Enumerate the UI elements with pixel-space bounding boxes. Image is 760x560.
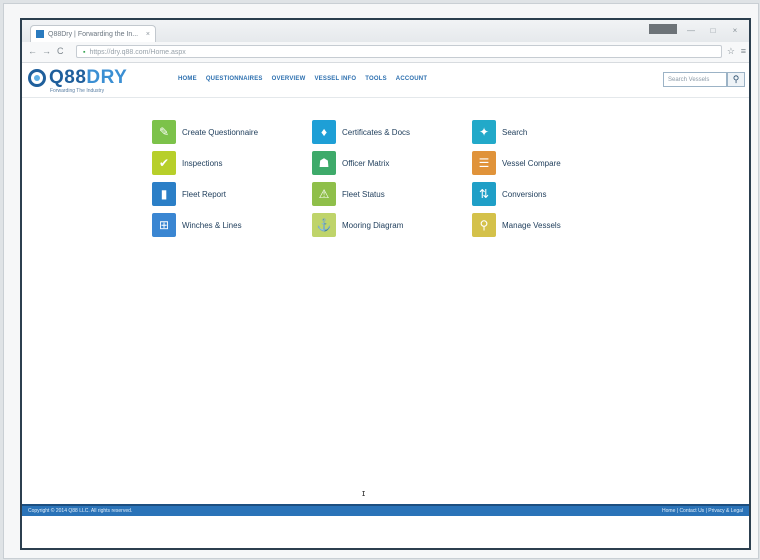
bar-chart-icon: ▮	[152, 182, 176, 206]
browser-tab[interactable]: Q88Dry | Forwarding the In... ×	[30, 25, 156, 42]
site-footer: Copyright © 2014 Q88 LLC. All rights res…	[22, 504, 749, 516]
tab-title: Q88Dry | Forwarding the In...	[48, 30, 139, 38]
favicon-icon	[36, 30, 44, 38]
vessel-search-input[interactable]: Search Vessels	[663, 72, 727, 87]
compare-icon: ☰	[472, 151, 496, 175]
tile-label: Conversions	[502, 189, 547, 199]
address-bar-row: ← → C ▪ https://dry.q88.com/Home.aspx ☆ …	[22, 42, 749, 63]
check-icon: ✔	[152, 151, 176, 175]
footer-copyright: Copyright © 2014 Q88 LLC. All rights res…	[28, 508, 133, 514]
tile-label: Inspections	[182, 158, 223, 168]
tile-conversions[interactable]: ⇅ Conversions	[472, 182, 546, 206]
back-icon[interactable]: ←	[28, 46, 37, 56]
officer-cap-icon: ☗	[312, 151, 336, 175]
logo-tagline: Forwarding The Industry	[50, 88, 105, 94]
maximize-icon[interactable]: □	[705, 24, 721, 36]
magnifier-icon: ⚲	[732, 74, 740, 84]
tile-label: Winches & Lines	[182, 220, 242, 230]
tile-label: Manage Vessels	[502, 220, 561, 230]
tab-close-icon[interactable]: ×	[146, 31, 150, 38]
conversions-icon: ⇅	[472, 182, 496, 206]
tile-create-questionnaire[interactable]: ✎ Create Questionnaire	[152, 120, 258, 144]
tile-label: Fleet Report	[182, 189, 227, 199]
tile-manage-vessels[interactable]: ⚲ Manage Vessels	[472, 213, 561, 237]
bookmark-star-icon[interactable]: ☆	[727, 46, 735, 57]
tools-grid: ✎ Create Questionnaire ♦ Certificates & Doc…	[152, 120, 632, 250]
search-icon: ✦	[472, 120, 496, 144]
tile-label: Certificates & Docs	[342, 127, 411, 137]
forward-icon[interactable]: →	[42, 46, 51, 56]
reload-icon[interactable]: C	[57, 46, 64, 56]
url-field[interactable]: ▪ https://dry.q88.com/Home.aspx	[76, 45, 722, 58]
tile-certificates-docs[interactable]: ♦ Certificates & Docs	[312, 120, 410, 144]
tile-inspections[interactable]: ✔ Inspections	[152, 151, 222, 175]
nav-home[interactable]: HOME	[178, 76, 197, 82]
tile-label: Officer Matrix	[342, 158, 390, 168]
footer-links[interactable]: Home | Contact Us | Privacy & Legal	[662, 508, 743, 514]
tile-label: Mooring Diagram	[342, 220, 404, 230]
nav-tools[interactable]: TOOLS	[365, 76, 387, 82]
tile-label: Fleet Status	[342, 189, 385, 199]
logo-wordmark: Q88DRY	[49, 67, 128, 88]
window-controls: — □ ×	[649, 24, 743, 36]
winch-icon: ⊞	[152, 213, 176, 237]
tile-label: Vessel Compare	[502, 158, 561, 168]
search-button[interactable]: ⚲	[727, 72, 745, 87]
nav-overview[interactable]: OVERVIEW	[272, 76, 306, 82]
logo-ring-icon	[28, 69, 46, 87]
pencil-icon: ✎	[152, 120, 176, 144]
certificate-icon: ♦	[312, 120, 336, 144]
tile-search[interactable]: ✦ Search	[472, 120, 527, 144]
url-text: https://dry.q88.com/Home.aspx	[89, 49, 186, 56]
browser-titlebar: Q88Dry | Forwarding the In... × — □ ×	[22, 20, 749, 42]
close-window-icon[interactable]: ×	[727, 24, 743, 36]
nav-account[interactable]: ACCOUNT	[396, 76, 427, 82]
tile-fleet-report[interactable]: ▮ Fleet Report	[152, 182, 226, 206]
screenshot-frame: Q88Dry | Forwarding the In... × — □ × ← …	[3, 3, 759, 559]
tile-officer-matrix[interactable]: ☗ Officer Matrix	[312, 151, 389, 175]
tile-label: Create Questionnaire	[182, 127, 259, 137]
mouse-cursor-icon: ɪ	[362, 488, 366, 498]
minimize-icon[interactable]: —	[683, 24, 699, 36]
magnify-vessel-icon: ⚲	[472, 213, 496, 237]
tile-vessel-compare[interactable]: ☰ Vessel Compare	[472, 151, 561, 175]
top-navigation: HOME QUESTIONNAIRES OVERVIEW VESSEL INFO…	[178, 76, 427, 82]
warning-icon: ⚠	[312, 182, 336, 206]
q88dry-logo[interactable]: Q88DRY Forwarding The Industry	[28, 67, 128, 94]
mooring-icon: ⚓	[312, 213, 336, 237]
browser-menu-icon[interactable]: ≡	[741, 46, 746, 56]
tile-fleet-status[interactable]: ⚠ Fleet Status	[312, 182, 385, 206]
tile-mooring-diagram[interactable]: ⚓ Mooring Diagram	[312, 213, 403, 237]
nav-questionnaires[interactable]: QUESTIONNAIRES	[206, 76, 263, 82]
tile-winches-lines[interactable]: ⊞ Winches & Lines	[152, 213, 242, 237]
nav-vessel-info[interactable]: VESSEL INFO	[314, 76, 356, 82]
browser-window: Q88Dry | Forwarding the In... × — □ × ← …	[20, 18, 751, 550]
tile-label: Search	[502, 127, 528, 137]
secure-lock-icon: ▪	[83, 49, 86, 56]
window-title-block	[649, 24, 677, 34]
site-header: Q88DRY Forwarding The Industry HOME QUES…	[22, 63, 749, 98]
